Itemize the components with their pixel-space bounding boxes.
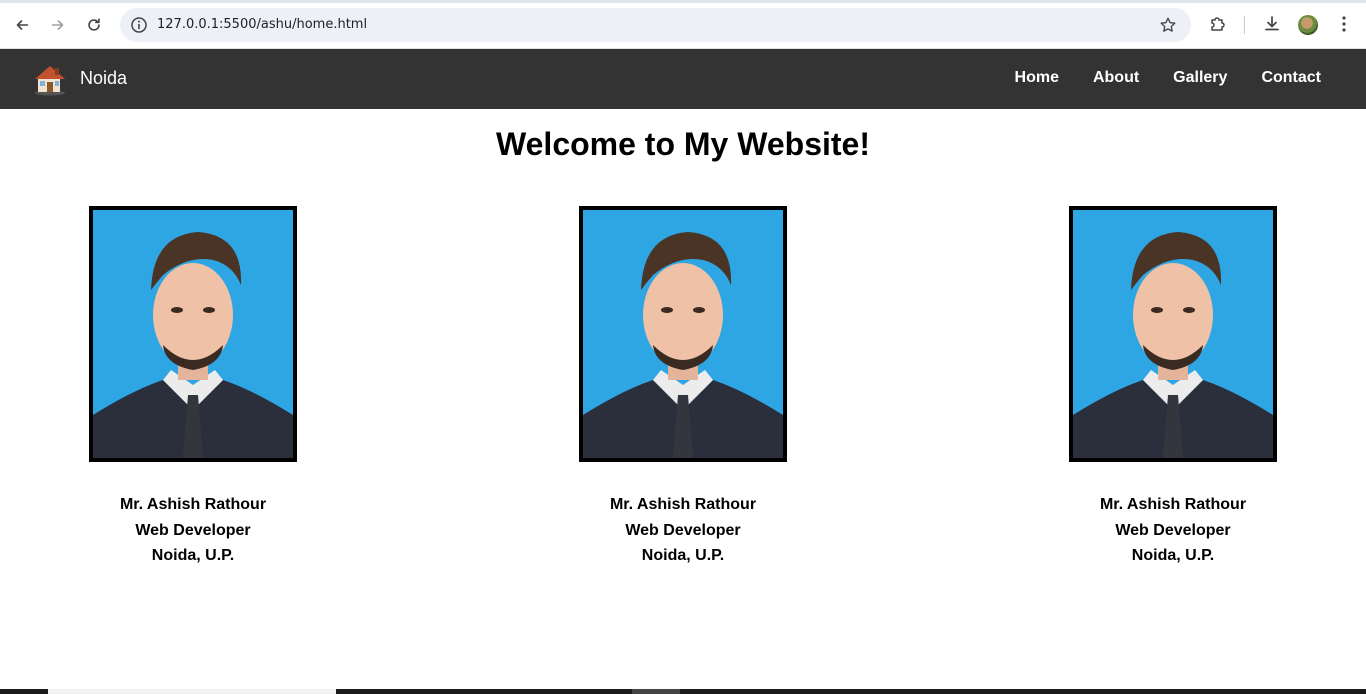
profile-name: Mr. Ashish Rathour [1099, 496, 1247, 513]
taskbar-segment [48, 689, 336, 694]
page-title: Welcome to My Website! [496, 126, 870, 162]
forward-icon[interactable] [45, 12, 71, 38]
profile-name: Mr. Ashish Rathour [119, 496, 267, 513]
back-icon[interactable] [9, 12, 35, 38]
profile-photo [579, 206, 787, 462]
profile-card: Mr. Ashish Rathour Web Developer Noida, … [43, 206, 343, 569]
brand-name[interactable]: Noida [80, 68, 127, 89]
profile-role: Web Developer [1115, 521, 1231, 539]
site-navbar: Noida Home About Gallery Contact [0, 49, 1366, 109]
profile-role: Web Developer [135, 521, 251, 539]
profile-photo [89, 206, 297, 462]
toolbar-divider [1244, 16, 1245, 34]
taskbar-segment [632, 689, 680, 694]
profile-avatar[interactable] [1298, 15, 1318, 35]
profile-caption: Mr. Ashish Rathour Web Developer Noida, … [533, 492, 833, 569]
menu-kebab-icon[interactable] [1334, 14, 1354, 34]
portrait-image [93, 210, 293, 458]
profile-role: Web Developer [625, 521, 741, 539]
browser-toolbar: 127.0.0.1:5500/ashu/home.html [0, 0, 1366, 49]
site-info-icon[interactable] [130, 16, 148, 34]
nav-link-home[interactable]: Home [1015, 69, 1059, 87]
nav-link-about[interactable]: About [1093, 69, 1139, 87]
profile-location: Noida, U.P. [151, 547, 235, 564]
tab-strip-edge [0, 0, 1366, 3]
address-bar[interactable]: 127.0.0.1:5500/ashu/home.html [120, 8, 1191, 42]
portrait-image [583, 210, 783, 458]
extensions-icon[interactable] [1208, 14, 1228, 34]
profile-location: Noida, U.P. [1131, 547, 1215, 564]
profile-caption: Mr. Ashish Rathour Web Developer Noida, … [43, 492, 343, 569]
nav-links: Home About Gallery Contact [1015, 69, 1321, 87]
profile-caption: Mr. Ashish Rathour Web Developer Noida, … [1023, 492, 1323, 569]
bookmark-star-icon[interactable] [1159, 16, 1177, 34]
house-logo-icon[interactable] [32, 62, 68, 96]
profile-card: Mr. Ashish Rathour Web Developer Noida, … [533, 206, 833, 569]
portrait-image [1073, 210, 1273, 458]
profile-card: Mr. Ashish Rathour Web Developer Noida, … [1023, 206, 1323, 569]
taskbar-edge [0, 689, 1366, 694]
profile-name: Mr. Ashish Rathour [609, 496, 757, 513]
profile-photo [1069, 206, 1277, 462]
address-url[interactable]: 127.0.0.1:5500/ashu/home.html [157, 17, 367, 32]
reload-icon[interactable] [81, 12, 107, 38]
profile-location: Noida, U.P. [641, 547, 725, 564]
nav-link-gallery[interactable]: Gallery [1173, 69, 1227, 87]
nav-link-contact[interactable]: Contact [1261, 69, 1321, 87]
download-icon[interactable] [1262, 14, 1282, 34]
